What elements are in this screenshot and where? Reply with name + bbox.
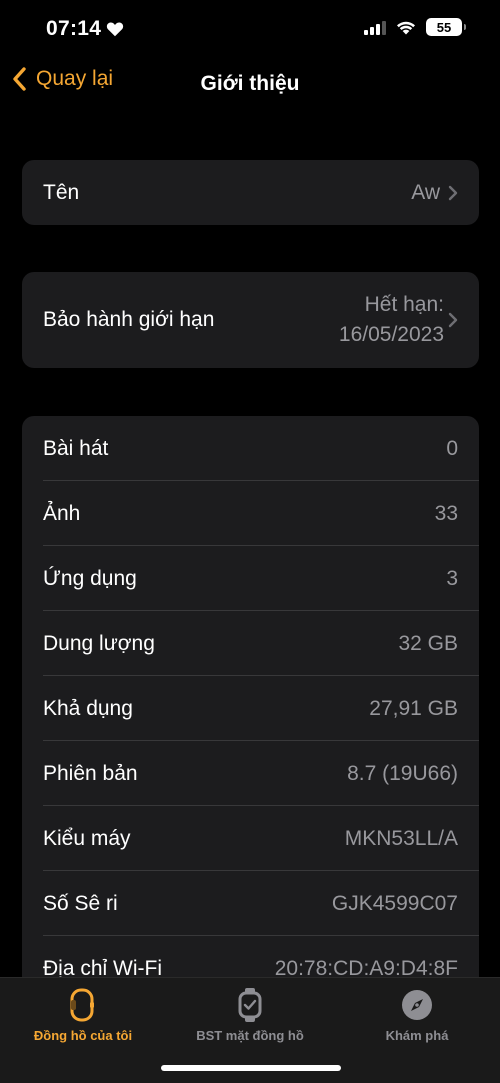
tab-discover[interactable]: Khám phá <box>334 988 500 1043</box>
info-row-available: Khả dụng 27,91 GB <box>22 676 479 741</box>
info-label: Số Sê ri <box>43 891 118 915</box>
info-row-model: Kiểu máy MKN53LL/A <box>22 806 479 871</box>
tab-label: Đồng hồ của tôi <box>33 1028 133 1043</box>
warranty-value: Hết hạn: 16/05/2023 <box>339 290 444 350</box>
info-value: 0 <box>446 436 458 460</box>
status-time-text: 07:14 <box>46 17 102 40</box>
info-label: Kiểu máy <box>43 826 131 850</box>
battery-icon: 55 <box>426 18 466 36</box>
info-row-apps: Ứng dụng 3 <box>22 546 479 611</box>
status-indicators: 55 <box>364 18 466 36</box>
watch-face-icon <box>238 988 262 1022</box>
warranty-label: Bảo hành giới hạn <box>43 308 215 331</box>
info-label: Ứng dụng <box>43 566 137 590</box>
name-group: Tên Aw <box>22 160 479 225</box>
info-label: Phiên bản <box>43 761 138 785</box>
name-label: Tên <box>43 180 80 204</box>
info-label: Khả dụng <box>43 696 133 720</box>
info-value: 27,91 GB <box>369 696 458 720</box>
info-row-serial: Số Sê ri GJK4599C07 <box>22 871 479 936</box>
info-label: Ảnh <box>43 501 81 525</box>
chevron-right-icon <box>448 312 458 328</box>
warranty-group: Bảo hành giới hạn Hết hạn: 16/05/2023 <box>22 272 479 368</box>
info-row-songs: Bài hát 0 <box>22 416 479 481</box>
tab-label: Khám phá <box>385 1028 449 1043</box>
status-time: 07:14 <box>46 17 124 41</box>
name-row[interactable]: Tên Aw <box>22 160 479 225</box>
warranty-row[interactable]: Bảo hành giới hạn Hết hạn: 16/05/2023 <box>22 272 479 368</box>
navigation-bar: Quay lại Giới thiệu <box>0 60 500 108</box>
page-title: Giới thiệu <box>200 72 300 95</box>
info-value: MKN53LL/A <box>344 826 458 850</box>
info-value: GJK4599C07 <box>331 891 458 915</box>
compass-icon <box>402 990 432 1020</box>
info-value: 32 GB <box>398 631 458 655</box>
info-row-version: Phiên bản 8.7 (19U66) <box>22 741 479 806</box>
heart-icon <box>107 22 124 37</box>
battery-level: 55 <box>436 19 452 35</box>
tab-label: BST mặt đồng hồ <box>196 1028 304 1043</box>
tab-my-watch[interactable]: Đồng hồ của tôi <box>0 988 166 1043</box>
warranty-value-line1: Hết hạn: <box>364 293 444 316</box>
info-value: 3 <box>446 566 458 590</box>
chevron-right-icon <box>448 185 458 200</box>
info-label: Bài hát <box>43 436 109 460</box>
info-value: 33 <box>434 501 458 525</box>
tab-face-gallery[interactable]: BST mặt đồng hồ <box>167 988 333 1043</box>
name-value: Aw <box>411 180 440 204</box>
home-indicator <box>161 1065 341 1071</box>
watch-icon <box>70 988 94 1022</box>
info-value: 8.7 (19U66) <box>347 761 458 785</box>
wifi-icon <box>397 21 415 35</box>
info-label: Dung lượng <box>43 631 155 655</box>
device-info-group: Bài hát 0 Ảnh 33 Ứng dụng 3 Dung lượng 3… <box>22 416 479 996</box>
cellular-signal-icon <box>364 20 386 35</box>
info-row-capacity: Dung lượng 32 GB <box>22 611 479 676</box>
warranty-value-line2: 16/05/2023 <box>338 323 444 346</box>
status-bar: 07:14 55 <box>0 0 500 58</box>
info-row-photos: Ảnh 33 <box>22 481 479 546</box>
